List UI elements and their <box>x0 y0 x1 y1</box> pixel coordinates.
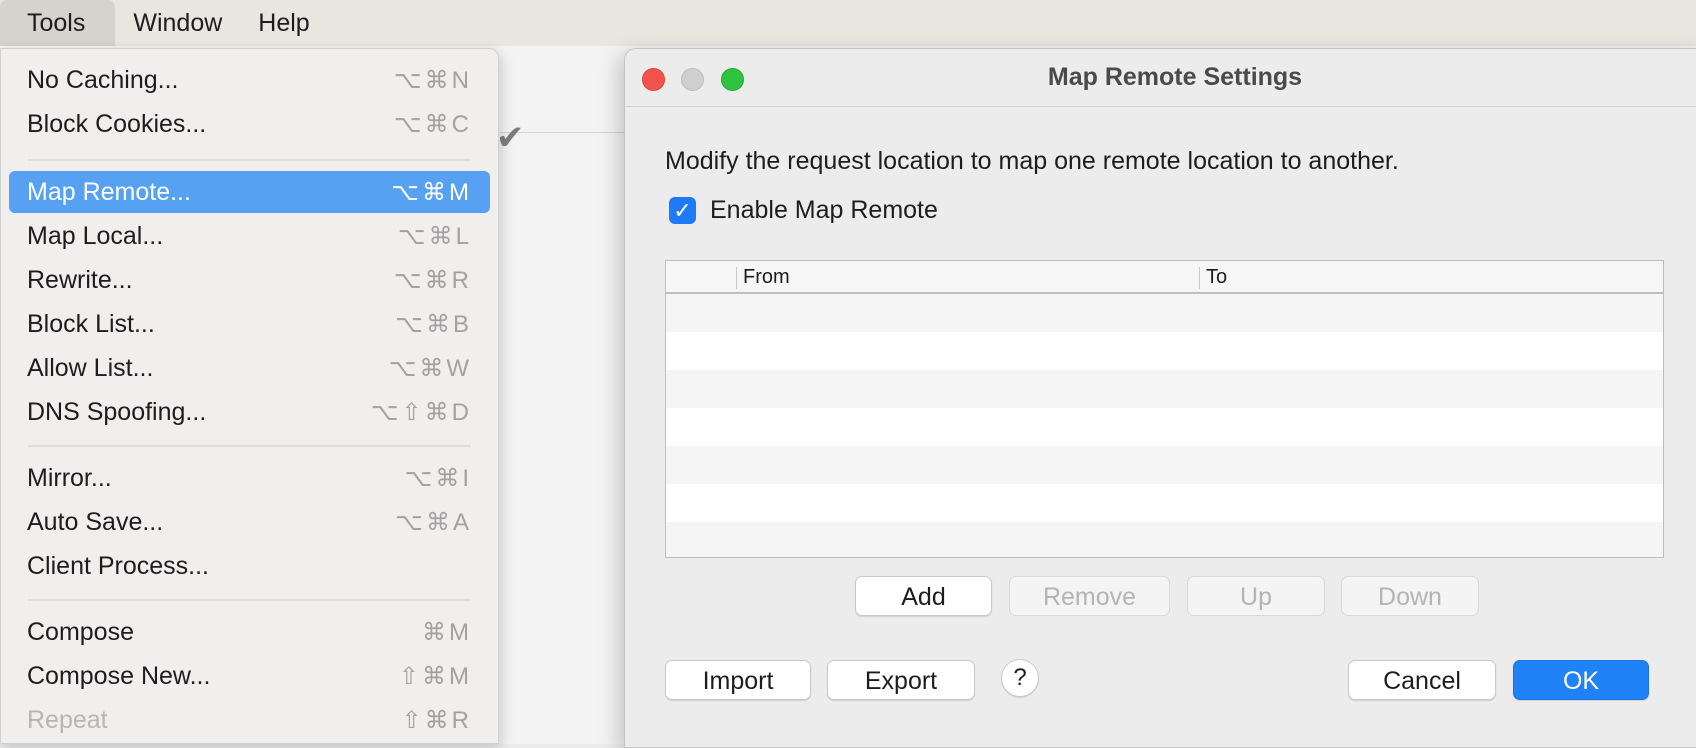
menu-item-shortcut: ⌥⌘L <box>397 222 472 250</box>
menu-item-map-local[interactable]: Map Local... ⌥⌘L <box>9 215 490 257</box>
menu-item-shortcut: ⌥⌘I <box>404 464 472 492</box>
menu-item-dns-spoofing[interactable]: DNS Spoofing... ⌥⇧⌘D <box>9 391 490 433</box>
help-button[interactable]: ? <box>1001 659 1039 697</box>
menubar-window[interactable]: Window <box>115 0 240 46</box>
table-row <box>666 408 1663 446</box>
down-button: Down <box>1341 576 1479 616</box>
menubar-help[interactable]: Help <box>240 0 327 46</box>
dialog-titlebar: Map Remote Settings <box>625 49 1696 107</box>
menu-separator <box>28 159 471 161</box>
menu-item-shortcut: ⌥⇧⌘D <box>370 398 472 426</box>
column-header-from[interactable]: From <box>737 261 1197 292</box>
up-button: Up <box>1187 576 1325 616</box>
enable-map-remote-row[interactable]: ✓ Enable Map Remote <box>669 196 938 225</box>
add-button[interactable]: Add <box>855 576 992 616</box>
tools-menu: No Caching... ⌥⌘N Block Cookies... ⌥⌘C M… <box>0 48 499 744</box>
menu-item-map-remote[interactable]: Map Remote... ⌥⌘M <box>9 171 490 213</box>
menu-item-label: Map Remote... <box>27 177 191 206</box>
menu-item-rewrite[interactable]: Rewrite... ⌥⌘R <box>9 259 490 301</box>
menu-item-label: Block Cookies... <box>27 109 207 138</box>
table-row <box>666 332 1663 370</box>
menu-item-shortcut: ⌘M <box>422 618 472 646</box>
map-remote-dialog: Map Remote Settings Modify the request l… <box>624 48 1696 748</box>
menu-item-mirror[interactable]: Mirror... ⌥⌘I <box>9 457 490 499</box>
menu-item-label: Mirror... <box>27 463 112 492</box>
menu-item-label: Allow List... <box>27 353 154 382</box>
menu-bar: Tools Window Help <box>0 0 1696 46</box>
menu-item-label: Client Process... <box>27 551 210 580</box>
menu-item-block-cookies[interactable]: Block Cookies... ⌥⌘C <box>9 103 490 145</box>
menu-separator <box>28 599 471 601</box>
menu-item-label: Compose New... <box>27 661 211 690</box>
menu-item-client-process[interactable]: Client Process... <box>9 545 490 587</box>
menu-item-block-list[interactable]: Block List... ⌥⌘B <box>9 303 490 345</box>
menu-item-shortcut: ⌥⌘R <box>394 266 472 294</box>
menu-item-shortcut: ⌥⌘N <box>394 66 472 94</box>
menu-item-compose-new[interactable]: Compose New... ⇧⌘M <box>9 655 490 697</box>
menu-item-label: Block List... <box>27 309 155 338</box>
menu-item-label: Map Local... <box>27 221 164 250</box>
menu-item-allow-list[interactable]: Allow List... ⌥⌘W <box>9 347 490 389</box>
menu-item-shortcut: ⌥⌘B <box>395 310 472 338</box>
menu-item-auto-save[interactable]: Auto Save... ⌥⌘A <box>9 501 490 543</box>
dialog-title: Map Remote Settings <box>1047 63 1303 91</box>
table-row <box>666 294 1663 332</box>
menu-item-label: Repeat <box>27 705 108 734</box>
enable-map-remote-checkbox[interactable]: ✓ <box>669 197 696 224</box>
export-button[interactable]: Export <box>827 660 975 700</box>
menu-separator <box>28 445 471 447</box>
enable-map-remote-label[interactable]: Enable Map Remote <box>710 196 938 225</box>
menu-item-label: DNS Spoofing... <box>27 397 207 426</box>
menu-item-repeat: Repeat ⇧⌘R <box>9 699 490 741</box>
import-button[interactable]: Import <box>665 660 811 700</box>
table-row <box>666 370 1663 408</box>
menu-item-label: Rewrite... <box>27 265 133 294</box>
ok-button[interactable]: OK <box>1513 660 1649 700</box>
checkmark-icon: ✔ <box>496 119 525 157</box>
cancel-button[interactable]: Cancel <box>1348 660 1496 700</box>
menu-item-label: No Caching... <box>27 65 179 94</box>
remove-button: Remove <box>1009 576 1170 616</box>
menu-item-shortcut: ⌥⌘W <box>388 354 472 382</box>
checkmark-icon: ✓ <box>673 197 692 223</box>
menu-item-shortcut: ⌥⌘A <box>395 508 472 536</box>
mappings-table[interactable]: From To <box>665 260 1664 558</box>
table-row <box>666 484 1663 522</box>
table-row <box>666 522 1663 557</box>
menubar-tools[interactable]: Tools <box>0 0 116 46</box>
menu-item-no-caching[interactable]: No Caching... ⌥⌘N <box>9 59 490 101</box>
dialog-description: Modify the request location to map one r… <box>665 147 1399 175</box>
menu-item-label: Auto Save... <box>27 507 164 536</box>
menu-item-shortcut: ⌥⌘M <box>391 178 472 206</box>
menu-item-shortcut: ⌥⌘C <box>394 110 472 138</box>
table-header: From To <box>666 261 1663 294</box>
menu-item-shortcut: ⇧⌘R <box>401 706 472 734</box>
table-row <box>666 446 1663 484</box>
menu-item-label: Compose <box>27 617 134 646</box>
column-header-enabled[interactable] <box>666 261 736 292</box>
column-header-to[interactable]: To <box>1200 261 1660 292</box>
menu-item-shortcut: ⇧⌘M <box>398 662 472 690</box>
menu-item-compose[interactable]: Compose ⌘M <box>9 611 490 653</box>
